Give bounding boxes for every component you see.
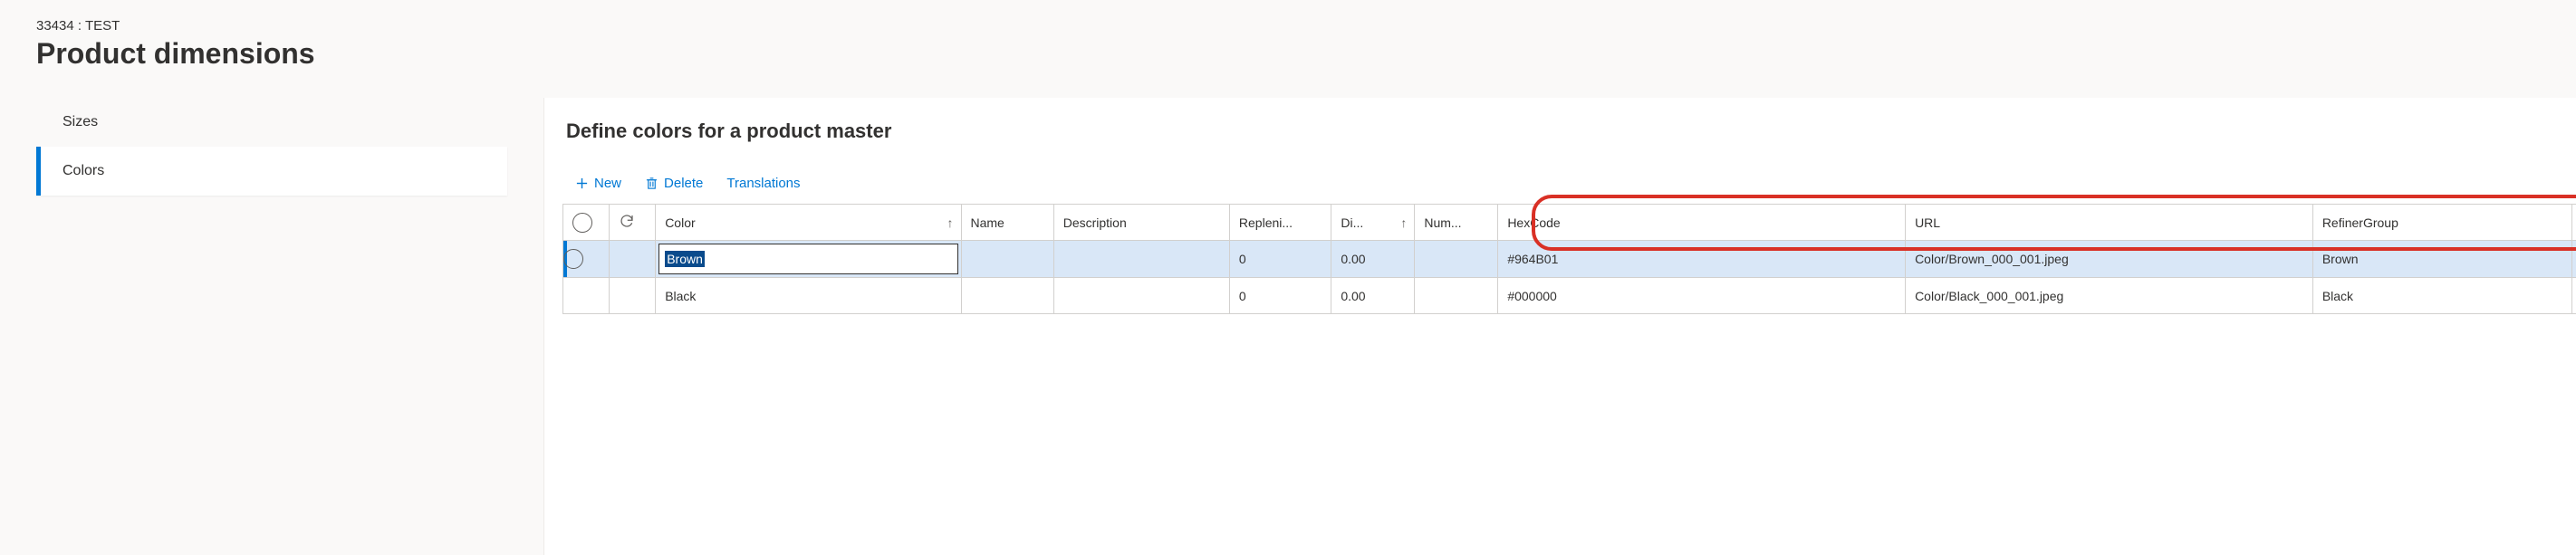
breadcrumb: 33434 : TEST — [36, 18, 2576, 33]
column-header-label: Di... — [1341, 215, 1363, 230]
sidebar-tab-sizes[interactable]: Sizes — [36, 98, 507, 147]
sidebar-tab-label: Sizes — [62, 114, 98, 129]
translations-button[interactable]: Translations — [726, 176, 800, 191]
cell-replenish[interactable]: 0 — [1229, 278, 1331, 314]
column-header-display[interactable]: Di... ↑ — [1331, 205, 1415, 241]
refresh-icon — [619, 213, 635, 229]
column-header-hexcode[interactable]: HexCode — [1498, 205, 1906, 241]
cell-color[interactable]: Black — [656, 278, 961, 314]
cell-color[interactable]: Brown — [656, 241, 961, 278]
sidebar-tab-colors[interactable]: Colors — [36, 147, 507, 196]
sidebar-tab-label: Colors — [62, 163, 104, 178]
column-header-label: URL — [1915, 215, 1940, 230]
cell-description[interactable] — [1053, 278, 1229, 314]
cell-refinergroup[interactable]: Brown — [2312, 241, 2571, 278]
column-header-color[interactable]: Color ↑ — [656, 205, 961, 241]
cell-number[interactable] — [1415, 278, 1498, 314]
column-header-label: HexCode — [1507, 215, 1560, 230]
row-marker — [610, 241, 656, 278]
cell-replenish[interactable]: 0 — [1229, 241, 1331, 278]
column-header-refinergroup[interactable]: RefinerGroup — [2312, 205, 2571, 241]
row-selector[interactable] — [563, 278, 610, 314]
column-options[interactable] — [2572, 205, 2576, 241]
column-header-label: RefinerGroup — [2322, 215, 2398, 230]
cell-hexcode[interactable]: #000000 — [1498, 278, 1906, 314]
new-button[interactable]: New — [575, 176, 621, 191]
column-header-description[interactable]: Description — [1053, 205, 1229, 241]
column-header-name[interactable]: Name — [961, 205, 1053, 241]
column-header-label: Num... — [1424, 215, 1461, 230]
column-header-label: Color — [665, 215, 695, 230]
sort-ascending-icon: ↑ — [1400, 215, 1407, 230]
cell-empty — [2572, 241, 2576, 278]
column-select-all[interactable] — [563, 205, 610, 241]
new-button-label: New — [594, 176, 621, 191]
delete-button[interactable]: Delete — [645, 176, 703, 191]
column-header-replenish[interactable]: Repleni... — [1229, 205, 1331, 241]
data-grid: Color ↑ Name Description Repleni... Di...… — [562, 204, 2576, 314]
section-title: Define colors for a product master — [566, 120, 2576, 143]
cell-number[interactable] — [1415, 241, 1498, 278]
row-selector[interactable] — [563, 241, 610, 278]
row-marker — [610, 278, 656, 314]
column-refresh[interactable] — [610, 205, 656, 241]
column-header-url[interactable]: URL — [1906, 205, 2313, 241]
trash-icon — [645, 177, 658, 190]
cell-display[interactable]: 0.00 — [1331, 241, 1415, 278]
cell-name[interactable] — [961, 241, 1053, 278]
toolbar: New Delete Translations — [562, 170, 2576, 204]
column-header-number[interactable]: Num... — [1415, 205, 1498, 241]
translations-button-label: Translations — [726, 176, 800, 191]
column-header-label: Description — [1063, 215, 1127, 230]
cell-empty — [2572, 278, 2576, 314]
column-header-label: Repleni... — [1239, 215, 1293, 230]
sidebar: Sizes Colors — [36, 98, 507, 555]
cell-name[interactable] — [961, 278, 1053, 314]
cell-refinergroup[interactable]: Black — [2312, 278, 2571, 314]
delete-button-label: Delete — [664, 176, 703, 191]
table-row[interactable]: Brown 0 0.00 #964B01 Color/Brown_000_001… — [563, 241, 2576, 278]
cell-color-value: Brown — [665, 251, 705, 267]
cell-url[interactable]: Color/Black_000_001.jpeg — [1906, 278, 2313, 314]
cell-description[interactable] — [1053, 241, 1229, 278]
cell-url[interactable]: Color/Brown_000_001.jpeg — [1906, 241, 2313, 278]
plus-icon — [575, 177, 589, 190]
page-title: Product dimensions — [36, 37, 2576, 71]
column-header-label: Name — [971, 215, 1004, 230]
table-row[interactable]: Black 0 0.00 #000000 Color/Black_000_001… — [563, 278, 2576, 314]
cell-hexcode[interactable]: #964B01 — [1498, 241, 1906, 278]
main-panel: Define colors for a product master New D… — [543, 98, 2576, 555]
cell-display[interactable]: 0.00 — [1331, 278, 1415, 314]
sort-ascending-icon: ↑ — [947, 215, 954, 230]
